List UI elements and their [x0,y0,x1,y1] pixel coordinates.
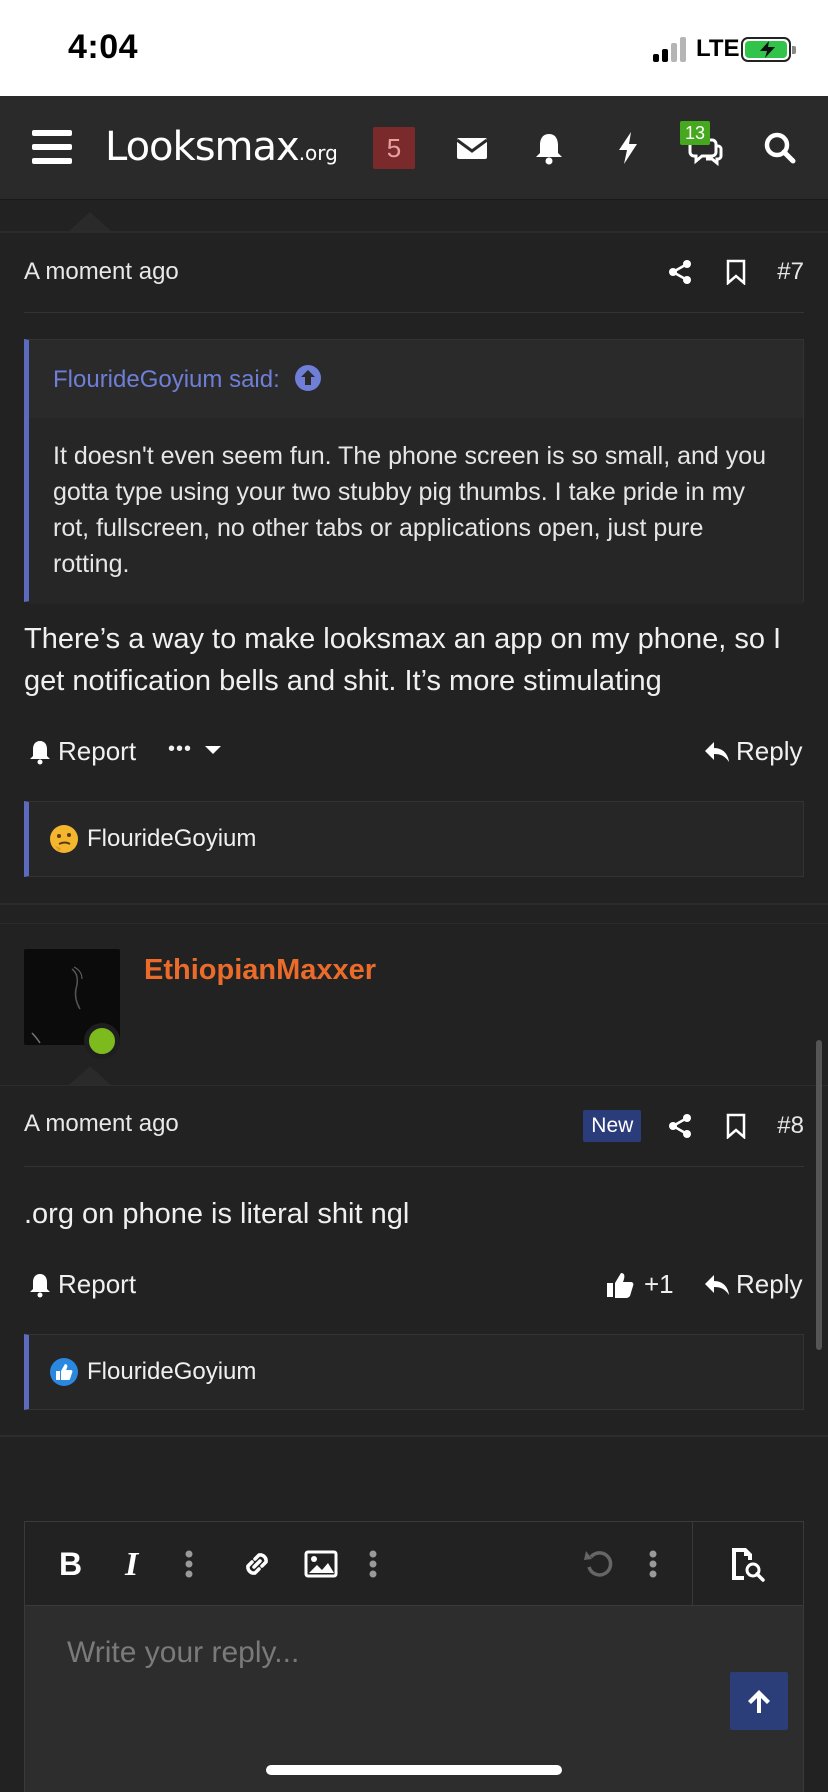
bookmark-icon[interactable] [723,1113,749,1139]
thumbs-up-icon [606,1271,634,1299]
post7-time[interactable]: A moment ago [24,258,179,285]
avatar[interactable] [24,949,120,1059]
post8-meta: A moment ago New #8 [24,1110,804,1146]
reply-editor: B I Write your reply... [24,1521,804,1792]
logo-suffix: .org [298,141,338,165]
alerts-count-badge[interactable]: 5 [373,127,415,169]
reply-label: Reply [736,1269,803,1299]
share-icon[interactable] [667,1113,693,1139]
post7-meta-divider [24,312,804,313]
more-label: ••• [168,738,193,760]
reply-button[interactable]: Reply [704,1269,802,1300]
report-label: Report [58,736,137,766]
status-bar: 4:04 LTE [0,0,828,96]
post7-number[interactable]: #7 [777,258,804,286]
more-options-button[interactable]: ••• [168,738,222,761]
scroll-to-top-button[interactable] [730,1672,788,1730]
image-icon[interactable] [301,1542,341,1586]
post8-number[interactable]: #8 [777,1112,804,1140]
post7-reactions[interactable]: FlourideGoyium [24,801,804,877]
report-label: Report [58,1269,137,1299]
undo-icon[interactable] [579,1542,619,1586]
page-scrollbar[interactable] [816,1040,822,1350]
reaction-user[interactable]: FlourideGoyium [87,1358,256,1386]
reply-arrow-icon [704,740,730,764]
arrow-up-circle-icon[interactable] [294,364,322,392]
post8-meta-divider [24,1166,804,1167]
reply-label: Reply [736,736,803,766]
toolbar-divider [692,1522,693,1606]
signal-icon [653,36,689,62]
reply-button[interactable]: Reply [704,736,802,767]
report-button[interactable]: Report [28,1269,136,1300]
post-caret [68,1066,112,1086]
chat-count-badge: 13 [680,121,711,145]
post7-quote: FlourideGoyium said: It doesn't even see… [24,339,804,604]
share-icon[interactable] [667,259,693,285]
site-logo[interactable]: Looksmax.org [105,124,338,170]
logo-text: Looksmax [105,124,300,170]
bell-icon [28,1272,52,1298]
post7-meta: A moment ago #7 [24,258,804,292]
arrow-up-icon [745,1687,773,1715]
post7-body: There’s a way to make looksmax an app on… [24,623,782,697]
search-icon[interactable] [760,128,800,168]
bookmark-icon[interactable] [723,259,749,285]
more-vertical-icon[interactable] [353,1542,393,1586]
lightning-icon[interactable] [608,128,648,168]
italic-icon[interactable]: I [115,1542,155,1586]
network-type: LTE [696,35,740,62]
status-time: 4:04 [68,28,139,66]
post8-body: .org on phone is literal shit ngl [24,1198,410,1230]
battery-icon [741,37,796,62]
chevron-down-icon [204,744,222,756]
like-count: +1 [644,1269,674,1299]
online-status-indicator [84,1023,120,1059]
reply-placeholder: Write your reply... [67,1636,300,1669]
new-badge: New [583,1110,642,1142]
reaction-user[interactable]: FlourideGoyium [87,825,256,853]
post8-top-divider [0,1085,828,1086]
bell-icon[interactable] [529,128,569,168]
post-separator [0,1435,828,1437]
post8-username[interactable]: EthiopianMaxxer [144,954,376,987]
post8-reactions[interactable]: FlourideGoyium [24,1334,804,1410]
post-top-divider [0,231,828,233]
link-icon[interactable] [237,1542,277,1586]
post-caret [68,212,112,232]
bold-icon[interactable]: B [51,1542,91,1586]
editor-toolbar: B I [25,1522,803,1606]
envelope-icon[interactable] [452,128,492,168]
more-vertical-icon[interactable] [633,1542,673,1586]
more-vertical-icon[interactable] [169,1542,209,1586]
like-icon [49,1357,79,1387]
bell-icon [28,739,52,765]
quote-author[interactable]: FlourideGoyium said: [53,366,280,394]
top-navbar: Looksmax.org 5 [0,96,828,200]
preview-icon[interactable] [727,1542,767,1586]
post-separator-2 [0,923,828,924]
menu-icon[interactable] [32,130,72,164]
post8-time[interactable]: A moment ago [24,1110,179,1137]
report-button[interactable]: Report [28,736,136,767]
like-button[interactable]: +1 [606,1269,674,1300]
quote-text: It doesn't even seem fun. The phone scre… [29,418,803,604]
svg-text:B: B [59,1549,82,1579]
post-separator [0,903,828,905]
svg-text:I: I [124,1549,140,1579]
quote-header[interactable]: FlourideGoyium said: [29,340,803,418]
thinking-face-icon [49,824,79,854]
home-indicator[interactable] [266,1765,562,1775]
reply-arrow-icon [704,1273,730,1297]
